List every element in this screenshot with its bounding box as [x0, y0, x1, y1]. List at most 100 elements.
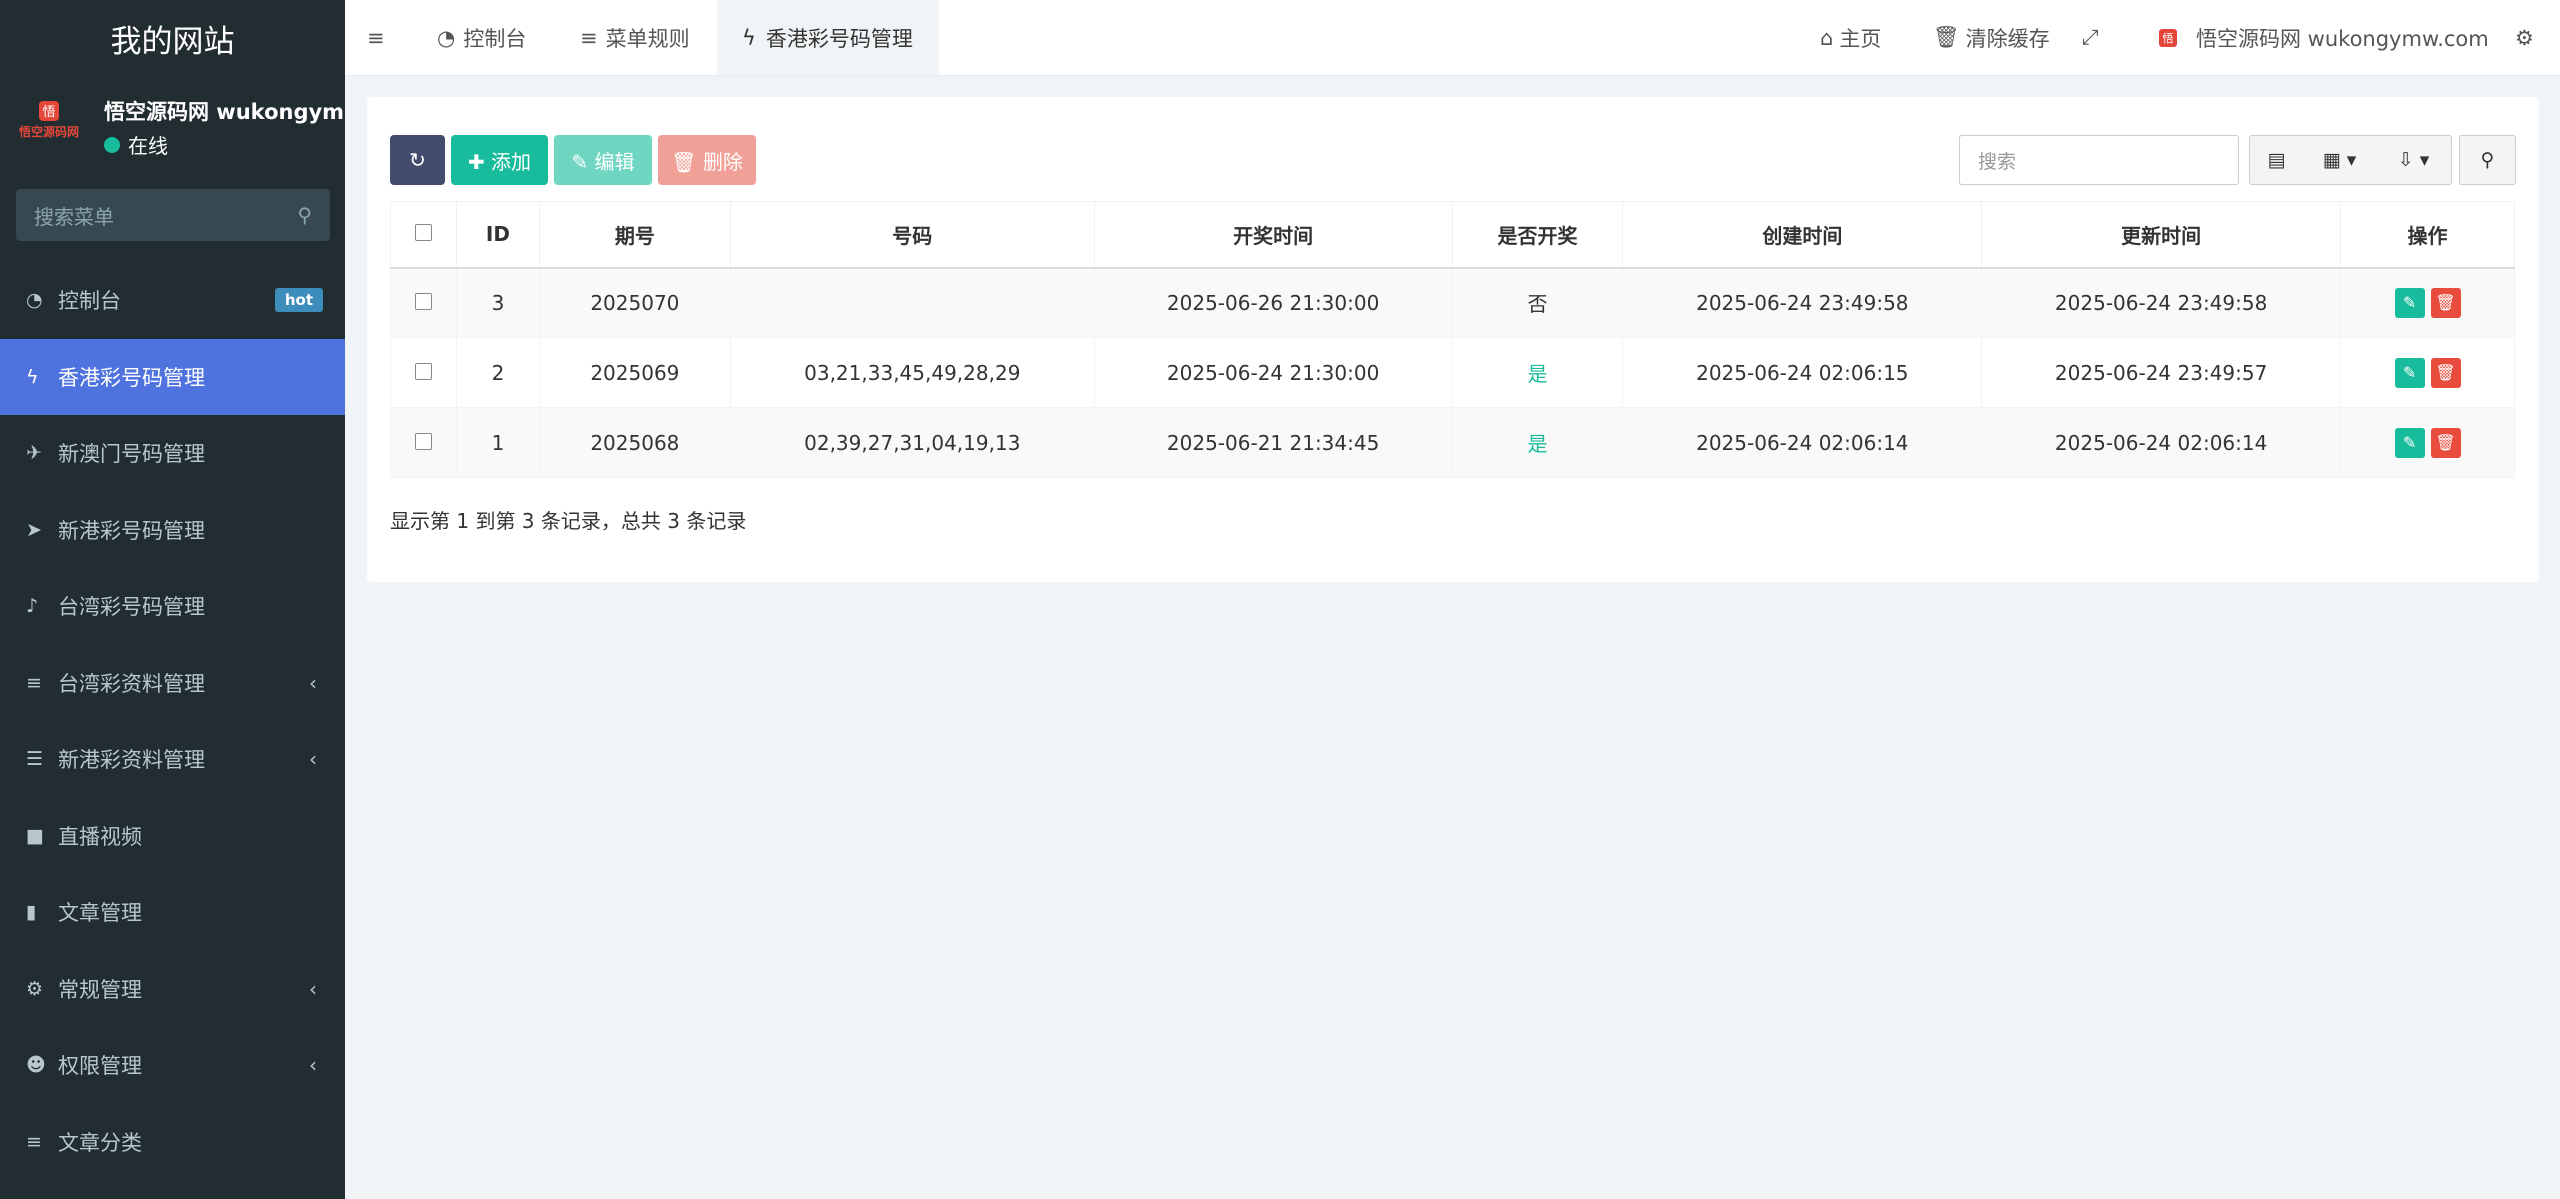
sidebar: 我的网站 悟 悟空源码网 悟空源码网 wukongymw.com 在线 搜索菜单… [0, 0, 345, 1199]
created-cell: 2025-06-24 23:49:58 [1622, 267, 1983, 338]
clear-cache-button[interactable]: 🗑 清除缓存 [1933, 0, 2050, 75]
numbers-cell: 02,39,27,31,04,19,13 [729, 407, 1095, 478]
sidebar-search-input[interactable]: 搜索菜单 ⚲ [16, 189, 330, 241]
sidebar-item-label: 新澳门号码管理 [58, 442, 205, 467]
row-delete-icon[interactable]: 🗑 [2430, 357, 2461, 388]
trash-icon: 🗑 [1933, 25, 1960, 49]
table-search-input[interactable]: 搜索 [1959, 135, 2239, 185]
add-button[interactable]: ✚ 添加 [451, 135, 548, 185]
users-icon: ☻ [26, 1054, 46, 1077]
user-name: 悟空源码网 wukongymw.com [104, 100, 344, 124]
columns-button[interactable]: ▦ ▾ [2303, 135, 2377, 185]
column-header[interactable]: ID [455, 201, 540, 269]
row-select-cell [390, 407, 457, 478]
dashboard-icon: ◔ [437, 25, 456, 50]
row-checkbox[interactable] [414, 432, 432, 450]
logo-text: 悟空源码网 [18, 124, 79, 139]
home-link[interactable]: ⌂ 主页 [1820, 0, 1881, 75]
column-header[interactable]: 开奖时间 [1093, 201, 1453, 269]
sidebar-item-label: 文章管理 [58, 901, 142, 926]
draw-time-cell: 2025-06-26 21:30:00 [1093, 267, 1453, 338]
sidebar-item-macau-lottery[interactable]: ✈ 新澳门号码管理 [0, 415, 345, 492]
row-delete-icon[interactable]: 🗑 [2430, 287, 2461, 318]
search-icon: ⚲ [297, 203, 312, 227]
sidebar-item-label: 直播视频 [58, 824, 142, 849]
sidebar-item-dashboard[interactable]: ◔ 控制台 hot [0, 262, 345, 339]
chevron-left-icon: ‹ [309, 1053, 317, 1078]
sidebar-item-label: 香港彩号码管理 [58, 365, 205, 390]
content-panel: ↻ ✚ 添加 ✎ 编辑 🗑 删除 搜索 ▤ ▦ ▾ ⇩ ▾ ⚲ ID 期号 号码… [367, 97, 2539, 582]
menu-toggle-icon[interactable]: ≡ [367, 0, 385, 75]
column-header: 操作 [2340, 201, 2515, 269]
sidebar-item-article-category[interactable]: ≡ 文章分类 [0, 1104, 345, 1181]
created-cell: 2025-06-24 02:06:15 [1622, 337, 1983, 408]
created-cell: 2025-06-24 02:06:14 [1622, 407, 1983, 478]
sidebar-item-articles[interactable]: ▮ 文章管理 [0, 874, 345, 951]
user-status: 在线 [104, 130, 168, 159]
table-row[interactable]: 2 2025069 03,21,33,45,49,28,29 2025-06-2… [390, 337, 2515, 408]
send-icon: ➤ [26, 518, 42, 541]
column-header[interactable]: 更新时间 [1981, 201, 2342, 269]
sidebar-item-tw-data[interactable]: ≡ 台湾彩资料管理 ‹ [0, 645, 345, 722]
list-icon: ≡ [26, 1130, 42, 1153]
column-header[interactable]: 期号 [538, 201, 731, 269]
tab-hk-lottery[interactable]: ϟ 香港彩号码管理 [717, 0, 939, 75]
sidebar-item-hk-lottery[interactable]: ϟ 香港彩号码管理 [0, 338, 345, 415]
refresh-button[interactable]: ↻ [390, 135, 445, 185]
row-checkbox[interactable] [414, 362, 432, 380]
column-header[interactable]: 号码 [729, 201, 1095, 269]
actions-cell: ✎ 🗑 [2340, 407, 2515, 478]
column-header[interactable]: 创建时间 [1622, 201, 1983, 269]
draw-time-cell: 2025-06-21 21:34:45 [1093, 407, 1453, 478]
table-row[interactable]: 1 2025068 02,39,27,31,04,19,13 2025-06-2… [390, 407, 2515, 478]
edit-button[interactable]: ✎ 编辑 [554, 135, 652, 185]
row-delete-icon[interactable]: 🗑 [2430, 427, 2461, 458]
sidebar-item-tw-lottery[interactable]: ♪ 台湾彩号码管理 [0, 568, 345, 645]
sidebar-item-label: 台湾彩号码管理 [58, 595, 205, 620]
row-edit-icon[interactable]: ✎ [2394, 287, 2425, 318]
list-view-button[interactable]: ▤ [2249, 135, 2304, 185]
row-edit-icon[interactable]: ✎ [2394, 357, 2425, 388]
chevron-left-icon: ‹ [309, 976, 317, 1001]
user-status-label: 在线 [128, 134, 168, 158]
row-edit-icon[interactable]: ✎ [2394, 427, 2425, 458]
select-all-checkbox[interactable] [414, 224, 432, 242]
tab-dashboard[interactable]: ◔ 控制台 [437, 0, 526, 75]
table-row[interactable]: 3 2025070 2025-06-26 21:30:00 否 2025-06-… [390, 267, 2515, 338]
sidebar-item-newhk-data[interactable]: ☰ 新港彩资料管理 ‹ [0, 721, 345, 798]
tab-menu-rules[interactable]: ≡ 菜单规则 [580, 0, 690, 75]
sidebar-item-label: 常规管理 [58, 977, 142, 1002]
sidebar-item-label: 新港彩号码管理 [58, 518, 205, 543]
sidebar-item-newhk-lottery[interactable]: ➤ 新港彩号码管理 [0, 492, 345, 569]
bell-icon: ♪ [26, 595, 39, 618]
sidebar-item-label: 控制台 [58, 289, 121, 314]
row-select-cell [390, 337, 457, 408]
site-title[interactable]: 我的网站 [0, 0, 345, 76]
sidebar-item-general[interactable]: ⚙ 常规管理 ‹ [0, 951, 345, 1028]
issue-cell: 2025069 [538, 337, 731, 408]
column-header[interactable]: 是否开奖 [1451, 201, 1624, 269]
list-view-icon: ▤ [2267, 149, 2286, 171]
sidebar-menu: ◔ 控制台 hot ϟ 香港彩号码管理 ✈ 新澳门号码管理 ➤ 新港彩号码管理 … [0, 262, 345, 1180]
list-alt-icon: ☰ [26, 748, 44, 771]
search-icon: ⚲ [2480, 149, 2495, 171]
sidebar-item-permissions[interactable]: ☻ 权限管理 ‹ [0, 1027, 345, 1104]
issue-cell: 2025068 [538, 407, 731, 478]
user-avatar-icon: 悟 [2150, 24, 2186, 52]
delete-button[interactable]: 🗑 删除 [658, 135, 756, 185]
user-menu[interactable]: 悟 悟空源码网 wukongymw.com [2150, 0, 2489, 75]
fullscreen-icon[interactable]: ⤢ [2082, 0, 2099, 75]
export-button[interactable]: ⇩ ▾ [2376, 135, 2452, 185]
chevron-left-icon: ‹ [309, 670, 317, 695]
sidebar-item-live-video[interactable]: ■ 直播视频 [0, 798, 345, 875]
hot-badge: hot [274, 288, 323, 313]
sidebar-item-label: 文章分类 [58, 1130, 142, 1155]
id-cell: 3 [455, 267, 540, 338]
advanced-search-button[interactable]: ⚲ [2459, 135, 2516, 185]
topbar: ≡ ◔ 控制台 ≡ 菜单规则 ϟ 香港彩号码管理 ⌂ 主页 🗑 清除缓存 ⤢ 悟… [345, 0, 2560, 76]
row-checkbox[interactable] [414, 292, 432, 310]
user-avatar: 悟 悟空源码网 [16, 96, 82, 144]
settings-icon[interactable]: ⚙ [2515, 0, 2534, 75]
table-header-row: ID 期号 号码 开奖时间 是否开奖 创建时间 更新时间 操作 [390, 201, 2515, 269]
bolt-icon: ϟ [742, 25, 756, 50]
